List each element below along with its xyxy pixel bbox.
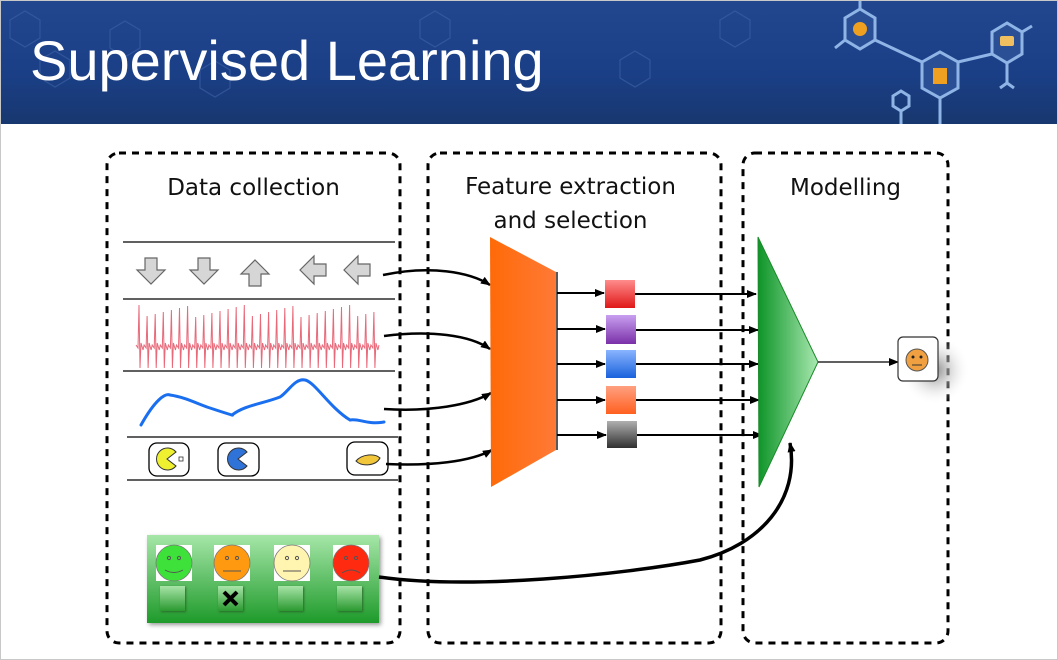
arrow-up-icon bbox=[239, 259, 271, 287]
ecg-signal bbox=[135, 304, 380, 369]
feature-square-red bbox=[605, 280, 635, 308]
stage-label-feature-extraction: Feature extraction bbox=[465, 174, 676, 200]
model-shape bbox=[757, 236, 819, 488]
arrow-left-icon bbox=[343, 254, 371, 286]
pacman-yellow-icon bbox=[148, 442, 190, 477]
arrow-down-icon bbox=[135, 257, 167, 285]
feature-square-blue bbox=[606, 350, 636, 378]
feature-extractor-shape bbox=[490, 237, 556, 487]
predicted-emotion-output bbox=[897, 336, 939, 382]
label-checkbox[interactable] bbox=[278, 586, 303, 611]
pacman-blue-icon bbox=[217, 442, 260, 477]
label-checkbox[interactable] bbox=[337, 586, 362, 611]
arrow-down-icon bbox=[188, 257, 220, 285]
stage-label-data-collection: Data collection bbox=[167, 175, 340, 201]
diagram bbox=[105, 151, 970, 645]
face-happy-icon bbox=[155, 544, 193, 582]
stage-label-feature-selection: and selection bbox=[493, 208, 648, 234]
face-neutral-icon bbox=[273, 544, 311, 582]
label-checkbox[interactable] bbox=[160, 586, 185, 611]
feature-square-gray bbox=[607, 421, 637, 448]
label-checkbox[interactable] bbox=[218, 586, 243, 611]
feature-square-orange bbox=[606, 386, 636, 414]
yellow-blob-icon bbox=[346, 441, 389, 476]
face-sad-icon bbox=[332, 544, 370, 582]
arrow-left-icon bbox=[299, 254, 327, 286]
stage-label-modelling: Modelling bbox=[789, 175, 901, 201]
blue-signal bbox=[139, 378, 386, 427]
face-neutral-icon bbox=[213, 544, 251, 582]
feature-square-purple bbox=[606, 315, 636, 344]
